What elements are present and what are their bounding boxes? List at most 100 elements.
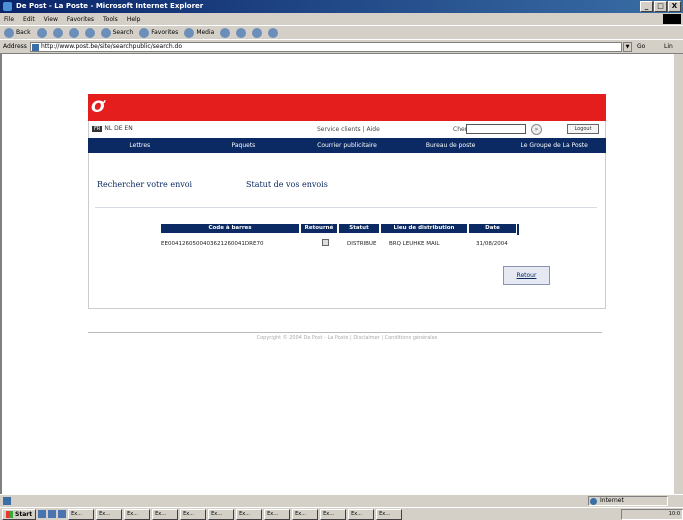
header-returned: Retourné (301, 224, 337, 233)
taskbar-task[interactable]: Ex... (68, 508, 95, 520)
search-go-icon[interactable]: » (531, 124, 542, 135)
header-distribution-place: Lieu de distribution (381, 224, 467, 233)
menu-help[interactable]: Help (127, 16, 141, 23)
quicklaunch-desktop-icon[interactable] (38, 510, 47, 518)
print-icon[interactable] (252, 27, 263, 38)
return-button[interactable]: Retour (503, 266, 550, 285)
minimize-button[interactable]: _ (640, 1, 653, 12)
taskbar-task[interactable]: Ex... (348, 508, 375, 520)
star-icon (139, 27, 150, 38)
zone-label: Internet (600, 497, 624, 504)
address-bar: Address http://www.post.be/site/searchpu… (0, 39, 683, 54)
nav-groupe[interactable]: Le Groupe de La Poste (502, 142, 606, 149)
quicklaunch-outlook-icon[interactable] (58, 510, 67, 518)
page-icon (32, 44, 39, 51)
service-links[interactable]: Service clients | Aide (317, 126, 380, 133)
menu-view[interactable]: View (44, 16, 58, 23)
address-label: Address (3, 43, 27, 50)
taskbar-task[interactable]: Ex... (124, 508, 151, 520)
utility-bar: FR NL DE EN Service clients | Aide Cherc… (88, 121, 606, 138)
forward-arrow-icon[interactable] (36, 27, 47, 38)
nav-courrier-publicitaire[interactable]: Courrier publicitaire (295, 142, 399, 149)
search-icon (100, 27, 111, 38)
address-dropdown-icon[interactable]: ▼ (623, 42, 632, 52)
globe-icon (590, 498, 597, 505)
content-panel: Rechercher votre envoi Statut de vos env… (88, 153, 606, 309)
taskbar-task[interactable]: Ex... (236, 508, 263, 520)
cell-status: DISTRIBUE (347, 241, 377, 247)
menu-bar: File Edit View Favorites Tools Help (0, 13, 683, 25)
taskbar-task[interactable]: Ex... (180, 508, 207, 520)
nav-bureau-de-poste[interactable]: Bureau de poste (399, 142, 503, 149)
taskbar: Start Ex... Ex... Ex... Ex... Ex... Ex..… (0, 507, 683, 520)
quicklaunch-ie-icon[interactable] (48, 510, 57, 518)
language-switch: FR NL DE EN (92, 125, 133, 132)
mail-icon[interactable] (236, 27, 247, 38)
menu-edit[interactable]: Edit (23, 16, 35, 23)
menu-file[interactable]: File (4, 16, 14, 23)
links-label[interactable]: Lin (664, 43, 673, 50)
tab-shipment-status[interactable]: Statut de vos envois (246, 180, 328, 189)
cell-date: 31/08/2004 (476, 241, 508, 247)
media-button[interactable]: Media (184, 27, 214, 38)
windows-logo-icon (663, 14, 681, 24)
post-horn-logo[interactable]: Ơ (91, 99, 105, 115)
cell-distribution-place: BRQ LEUHKE MAIL (389, 241, 440, 247)
lang-active[interactable]: FR (92, 125, 103, 132)
divider (95, 207, 597, 208)
header-status: Statut (339, 224, 379, 233)
favorites-button[interactable]: Favorites (139, 27, 178, 38)
window-title: De Post - La Poste - Microsoft Internet … (16, 2, 204, 10)
ie-logo-icon (3, 2, 12, 11)
history-icon[interactable] (220, 27, 231, 38)
taskbar-task[interactable]: Ex... (376, 508, 403, 520)
taskbar-task[interactable]: Ex... (264, 508, 291, 520)
go-button[interactable]: Go (637, 43, 645, 50)
taskbar-task[interactable]: Ex... (292, 508, 319, 520)
menu-favorites[interactable]: Favorites (67, 16, 94, 23)
footer-divider (88, 332, 602, 333)
nav-lettres[interactable]: Lettres (88, 142, 192, 149)
stop-icon[interactable] (52, 27, 63, 38)
edit-icon[interactable] (268, 27, 279, 38)
site-search-input[interactable] (466, 124, 526, 134)
lang-others[interactable]: NL DE EN (104, 125, 132, 132)
cell-barcode: EE0041260500403621260041DRE70 (161, 241, 264, 247)
address-input[interactable]: http://www.post.be/site/searchpublic/sea… (30, 42, 622, 52)
media-icon (184, 27, 195, 38)
back-button[interactable]: Back (4, 27, 31, 38)
toolbar: Back Search Favorites Media (0, 25, 683, 39)
ie-page-icon (3, 497, 11, 505)
address-url: http://www.post.be/site/searchpublic/sea… (41, 43, 183, 50)
header-date: Date (469, 224, 516, 233)
taskbar-task[interactable]: Ex... (96, 508, 123, 520)
taskbar-task[interactable]: Ex... (320, 508, 347, 520)
taskbar-task[interactable]: Ex... (152, 508, 179, 520)
vertical-scrollbar[interactable] (673, 54, 683, 494)
window-title-bar: De Post - La Poste - Microsoft Internet … (0, 0, 683, 13)
back-arrow-icon (4, 27, 14, 38)
taskbar-task[interactable]: Ex... (208, 508, 235, 520)
close-button[interactable]: X (668, 1, 681, 12)
windows-flag-icon (6, 510, 13, 518)
search-button[interactable]: Search (100, 27, 133, 38)
maximize-button[interactable]: □ (654, 1, 667, 12)
copyright-text[interactable]: Copyright © 2004 De Post - La Poste | Di… (88, 335, 606, 341)
window-controls: _ □ X (640, 1, 681, 12)
nav-paquets[interactable]: Paquets (192, 142, 296, 149)
column-separator (517, 224, 519, 235)
menu-tools[interactable]: Tools (103, 16, 118, 23)
tab-search-shipment[interactable]: Rechercher votre envoi (97, 180, 192, 189)
logout-button[interactable]: Logout (567, 124, 599, 134)
security-zone: Internet (588, 496, 668, 506)
start-button[interactable]: Start (2, 508, 37, 520)
system-tray: 10:0 (621, 509, 683, 520)
home-icon[interactable] (84, 27, 95, 38)
main-nav: Lettres Paquets Courrier publicitaire Bu… (88, 138, 606, 153)
refresh-icon[interactable] (68, 27, 79, 38)
clock: 10:0 (668, 511, 680, 517)
header-barcode: Code à barres (161, 224, 299, 233)
site-header: Ơ (88, 94, 606, 121)
status-bar: Internet (0, 494, 683, 507)
returned-checkbox (322, 239, 329, 246)
